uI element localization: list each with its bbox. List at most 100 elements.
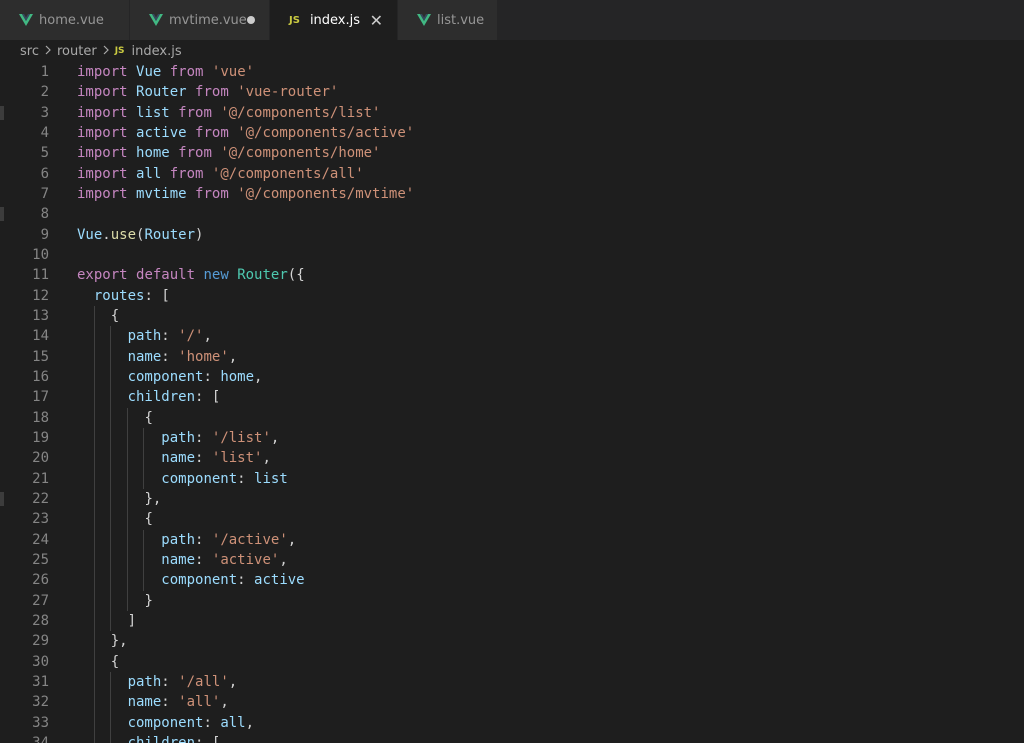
code-text: export default new Router({: [77, 267, 305, 284]
code-text: name: 'active',: [161, 552, 288, 569]
line-number: 15: [32, 348, 49, 365]
code-line[interactable]: 26 component: active: [0, 570, 1024, 591]
vue-icon: [149, 14, 163, 26]
code-text: path: '/list',: [161, 430, 280, 447]
tab-label: mvtime.vue: [169, 12, 247, 28]
change-marker: [0, 207, 4, 222]
tab-mvtime-vue[interactable]: mvtime.vue: [130, 0, 270, 40]
line-number: 14: [32, 328, 49, 345]
code-line[interactable]: 15 name: 'home',: [0, 346, 1024, 367]
code-line[interactable]: 2 import Router from 'vue-router': [0, 82, 1024, 102]
code-line[interactable]: 7 import mvtime from '@/components/mvtime…: [0, 184, 1024, 204]
tab-home-vue[interactable]: home.vue: [0, 0, 130, 40]
code-line[interactable]: 24 path: '/active',: [0, 529, 1024, 550]
code-line[interactable]: 9 Vue. use(Router): [0, 225, 1024, 245]
line-number: 7: [40, 186, 49, 203]
code-line[interactable]: 28 ]: [0, 610, 1024, 632]
breadcrumb-file[interactable]: index.js: [132, 44, 182, 59]
tab-label: home.vue: [39, 12, 104, 28]
chevron-right-icon: [102, 44, 110, 59]
line-number: 23: [32, 511, 49, 528]
code-text: path: '/',: [127, 328, 212, 345]
code-text: component: home,: [127, 369, 263, 386]
code-editor[interactable]: 1 import Vue from 'vue' 2 import Router fro…: [0, 62, 1024, 743]
code-text: import Router from 'vue-router': [77, 84, 339, 101]
line-number: 17: [32, 389, 49, 406]
code-text: routes: [: [93, 287, 170, 304]
line-number: 33: [32, 714, 49, 731]
line-number: 25: [32, 552, 49, 569]
code-line[interactable]: 30 {: [0, 651, 1024, 672]
code-line[interactable]: 16 component: home,: [0, 366, 1024, 388]
code-text: import mvtime from '@/components/mvtime': [77, 186, 415, 203]
line-number: 26: [32, 572, 49, 589]
code-line[interactable]: 10: [0, 245, 1024, 265]
code-text: ]: [127, 613, 137, 630]
code-line[interactable]: 21 component: list: [0, 468, 1024, 489]
line-number: 31: [32, 674, 49, 690]
code-line[interactable]: 29 },: [0, 631, 1024, 652]
breadcrumb-segment-router[interactable]: router: [57, 44, 97, 59]
code-line[interactable]: 23 {: [0, 509, 1024, 530]
code-line[interactable]: 22 },: [0, 488, 1024, 510]
code-text: {: [110, 308, 120, 325]
code-line[interactable]: 31 path: '/all',: [0, 671, 1024, 693]
line-number: 12: [32, 287, 49, 304]
line-number: 10: [32, 247, 49, 264]
code-line[interactable]: 34 children: [: [0, 732, 1024, 743]
code-line[interactable]: 1 import Vue from 'vue': [0, 62, 1024, 82]
line-number: 1: [40, 64, 49, 81]
code-line[interactable]: 5 import home from '@/components/home': [0, 143, 1024, 163]
line-number: 27: [32, 592, 49, 609]
code-line[interactable]: 32 name: 'all',: [0, 692, 1024, 713]
code-line[interactable]: 18 {: [0, 407, 1024, 428]
code-line[interactable]: 8: [0, 204, 1024, 224]
code-line[interactable]: 27 }: [0, 590, 1024, 611]
tab-list-vue[interactable]: list.vue: [398, 0, 498, 40]
code-line[interactable]: 3 import list from '@/components/list': [0, 103, 1024, 123]
js-icon: JS: [114, 46, 125, 56]
code-text: component: active: [161, 572, 305, 589]
vue-icon: [19, 14, 33, 26]
code-text: },: [110, 633, 128, 650]
vue-icon: [417, 14, 431, 26]
code-line[interactable]: 17 children: [: [0, 387, 1024, 408]
tab-label: list.vue: [437, 12, 485, 28]
line-number: 18: [32, 409, 49, 426]
line-number: 22: [32, 491, 49, 508]
chevron-right-icon: [44, 44, 52, 59]
code-text: import list from '@/components/list': [77, 104, 381, 121]
code-line[interactable]: 13 {: [0, 305, 1024, 327]
close-icon[interactable]: ✕: [370, 0, 383, 40]
code-line[interactable]: 19 path: '/list',: [0, 427, 1024, 449]
code-line[interactable]: 25 name: 'active',: [0, 549, 1024, 571]
code-line[interactable]: 12 routes: [: [0, 286, 1024, 306]
line-number: 24: [32, 531, 49, 548]
line-number: 28: [32, 613, 49, 630]
line-number: 30: [32, 653, 49, 670]
code-text: component: all,: [127, 714, 255, 731]
change-marker: [0, 105, 4, 120]
line-number: 6: [40, 165, 49, 182]
unsaved-dot-icon[interactable]: [247, 0, 255, 40]
line-number: 5: [40, 145, 49, 162]
code-text: children: [: [127, 389, 221, 406]
breadcrumb-segment-src[interactable]: src: [20, 44, 39, 59]
line-number: 4: [40, 125, 49, 142]
code-text: name: 'all',: [127, 694, 229, 711]
code-text: component: list: [161, 470, 288, 487]
tab-index-js[interactable]: JS index.js ✕: [270, 0, 398, 40]
code-line[interactable]: 6 import all from '@/components/all': [0, 164, 1024, 184]
line-number: 32: [32, 694, 49, 711]
code-line[interactable]: 20 name: 'list',: [0, 448, 1024, 469]
code-line[interactable]: 4 import active from '@/components/active…: [0, 123, 1024, 143]
code-text: import Vue from 'vue': [77, 64, 255, 81]
line-number: 16: [32, 369, 49, 386]
code-text: {: [110, 653, 120, 670]
code-text: name: 'list',: [161, 450, 271, 467]
code-line[interactable]: 11 export default new Router({: [0, 265, 1024, 285]
code-text: children: [: [127, 734, 221, 743]
line-number: 11: [32, 267, 49, 284]
code-line[interactable]: 14 path: '/',: [0, 326, 1024, 347]
code-line[interactable]: 33 component: all,: [0, 712, 1024, 733]
